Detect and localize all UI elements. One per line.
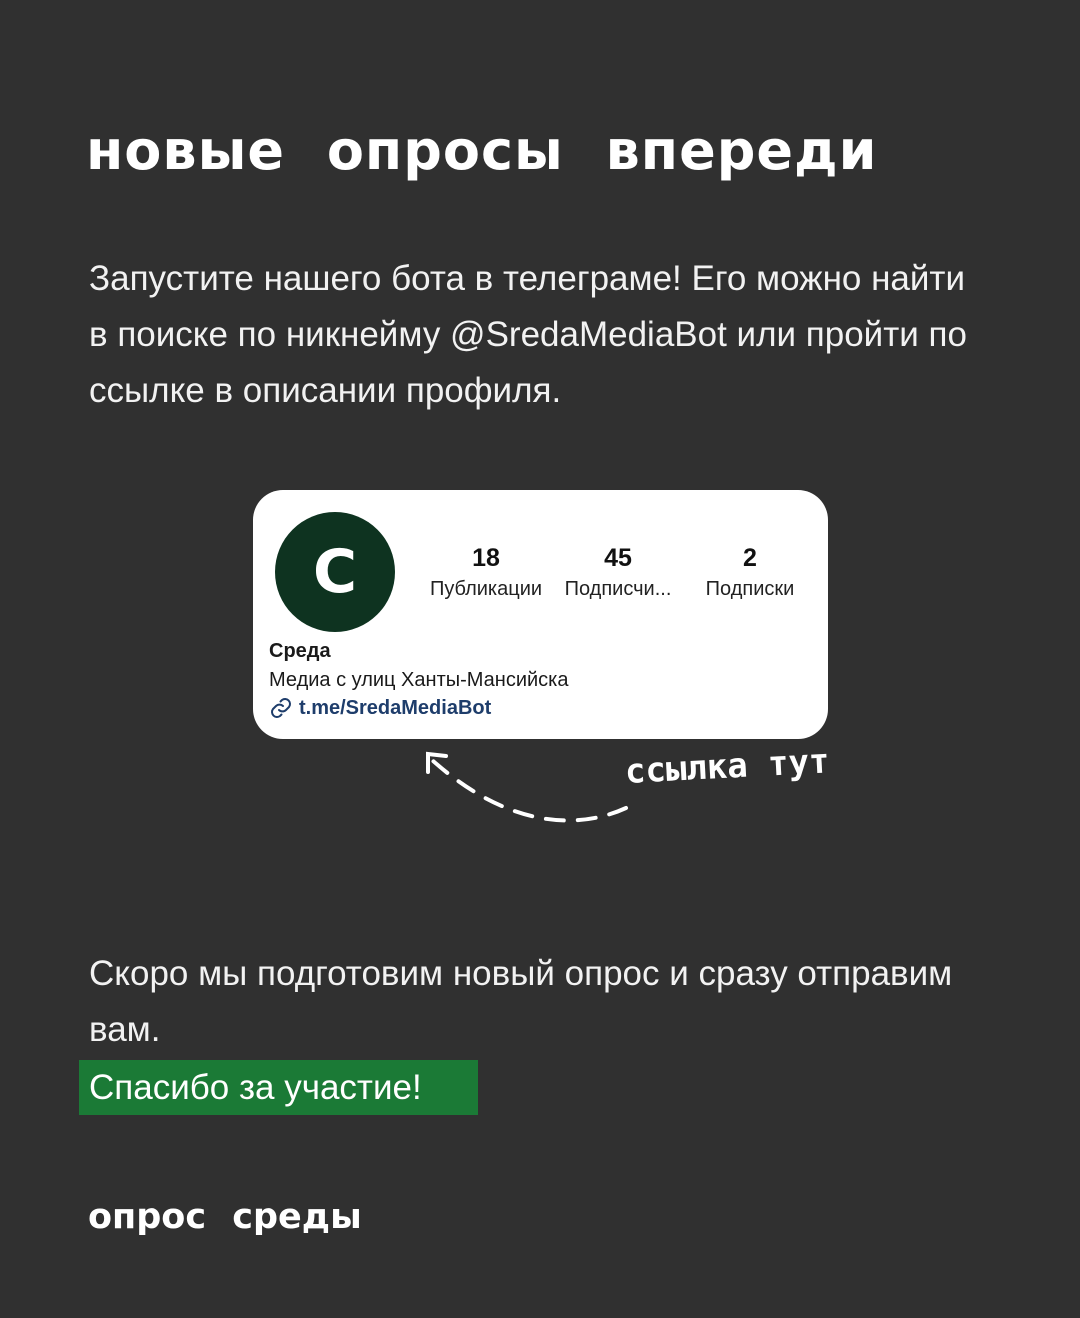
dashed-arrow-icon [426,751,628,823]
thanks-highlight: Спасибо за участие! [79,1060,478,1115]
profile-name: Среда [269,640,331,662]
stat-followers-label: Подписчи... [564,578,672,600]
thanks-text: Спасибо за участие! [89,1068,422,1107]
stat-posts-label: Публикации [429,578,543,600]
outro-text: Скоро мы подготовим новый опрос и сразу … [89,954,953,1049]
annotation-label: ссылка тут [623,741,831,792]
stat-following-label: Подписки [705,578,795,600]
page-title: новые опросы впереди [86,119,878,182]
stat-followers[interactable]: 45 Подписчи... [553,542,683,604]
avatar-letter: С [312,537,358,607]
intro-text: Запустите нашего бота в телеграме! Его м… [89,259,967,410]
profile-card: С 18 Публикации 45 Подписчи... 2 Подписк… [253,490,828,739]
profile-link[interactable]: t.me/SredaMediaBot [269,695,491,721]
profile-link-text: t.me/SredaMediaBot [299,696,492,719]
footer-brand: опрос среды [88,1197,362,1237]
stat-posts-value: 18 [472,544,500,572]
avatar: С [275,512,395,632]
profile-bio: Медиа с улиц Ханты-Мансийска [269,669,569,691]
stat-following-value: 2 [743,544,757,572]
stat-following[interactable]: 2 Подписки [685,542,815,604]
link-icon [271,698,291,718]
stat-posts: 18 Публикации [421,542,551,604]
stat-followers-value: 45 [604,544,632,572]
